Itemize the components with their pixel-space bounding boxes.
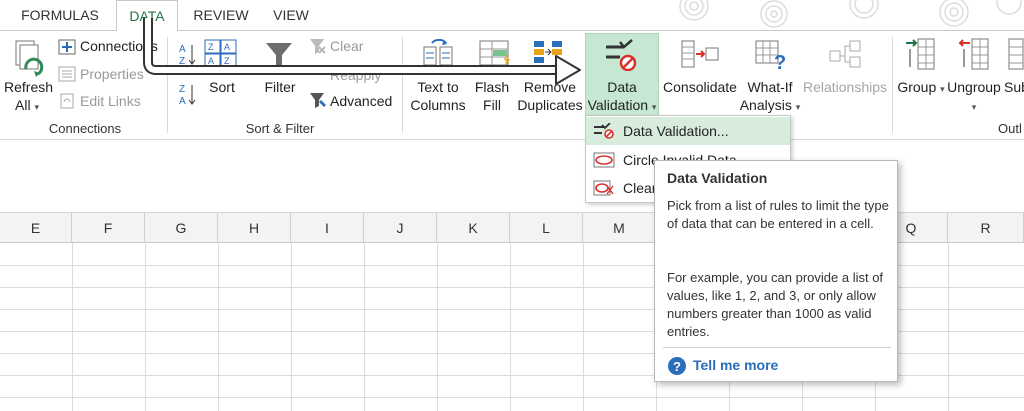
data-validation-icon[interactable] — [604, 39, 638, 76]
tab-review[interactable]: REVIEW — [186, 0, 256, 30]
column-header[interactable]: E — [0, 213, 72, 243]
background-swirl-pattern — [664, 0, 1024, 30]
text-to-columns-icon[interactable] — [422, 38, 456, 74]
svg-text:A: A — [224, 42, 230, 52]
tab-view[interactable]: VIEW — [262, 0, 320, 30]
group-separator — [892, 37, 893, 133]
svg-text:Z: Z — [208, 42, 214, 52]
consolidate-icon[interactable] — [680, 39, 720, 74]
group-icon[interactable] — [904, 37, 938, 76]
tab-data[interactable]: DATA — [116, 0, 178, 31]
column-header[interactable]: G — [145, 213, 218, 243]
svg-text:A: A — [208, 56, 214, 66]
advanced-button[interactable]: Advanced — [330, 93, 392, 109]
tab-formulas[interactable]: FORMULAS — [10, 0, 110, 30]
sort-dialog-icon[interactable]: ZAAZ — [204, 39, 238, 74]
column-header[interactable]: H — [218, 213, 291, 243]
text-to-columns-label[interactable]: Text to Columns — [404, 78, 472, 114]
flash-fill-icon[interactable] — [478, 39, 512, 74]
ungroup-label[interactable]: Ungroup ▾ — [944, 78, 1004, 116]
connections-group-label: Connections — [48, 121, 122, 136]
svg-text:Z: Z — [179, 56, 185, 67]
svg-text:Z: Z — [179, 84, 185, 95]
ungroup-icon[interactable] — [958, 37, 992, 76]
svg-text:?: ? — [774, 52, 786, 71]
circle-invalid-data-icon — [593, 152, 615, 173]
ribbon-tab-bar: FORMULAS DATA REVIEW VIEW — [0, 0, 1024, 31]
svg-text:A: A — [179, 96, 186, 107]
remove-duplicates-icon[interactable] — [532, 39, 566, 74]
svg-text:Z: Z — [224, 56, 230, 66]
ribbon: Refresh All ▾ Connections Properties Edi… — [0, 30, 1024, 140]
group-button[interactable]: Group ▾ — [896, 78, 946, 98]
column-header[interactable]: L — [510, 213, 583, 243]
sort-button[interactable]: Sort — [204, 78, 240, 96]
connections-icon[interactable] — [58, 39, 76, 60]
flash-fill-label[interactable]: Flash Fill — [472, 78, 512, 114]
tooltip-divider — [663, 347, 891, 348]
filter-funnel-icon[interactable] — [264, 39, 294, 74]
column-header[interactable]: M — [583, 213, 656, 243]
clear-filter-icon — [308, 37, 328, 60]
svg-text:A: A — [179, 44, 186, 55]
help-question-icon: ? — [667, 356, 687, 381]
tooltip-example: For example, you can provide a list of v… — [667, 270, 884, 339]
edit-links-button: Edit Links — [80, 93, 141, 109]
reapply-button: Reapply — [330, 67, 382, 83]
data-validation-tooltip: Data Validation Pick from a list of rule… — [654, 160, 898, 382]
connections-button[interactable]: Connections — [80, 38, 158, 54]
clear-button: Clear — [330, 38, 364, 54]
consolidate-button[interactable]: Consolidate — [660, 78, 740, 96]
data-validation-label[interactable]: Data Validation ▾ — [585, 78, 659, 116]
relationships-icon — [828, 39, 862, 74]
sort-filter-group-label: Sort & Filter — [245, 121, 315, 136]
subtotal-button[interactable]: Sub — [1004, 78, 1024, 96]
remove-duplicates-label[interactable]: Remove Duplicates — [516, 78, 584, 114]
subtotal-icon[interactable] — [1008, 37, 1024, 76]
tooltip-description: Pick from a list of rules to limit the t… — [667, 198, 889, 231]
svg-text:?: ? — [673, 359, 681, 374]
properties-button: Properties — [80, 66, 144, 82]
outline-group-label: Outl — [998, 121, 1022, 136]
column-header[interactable]: K — [437, 213, 510, 243]
data-validation-small-icon — [593, 122, 615, 144]
menu-item-data-validation[interactable]: Data Validation... — [586, 117, 790, 145]
sort-az-icon[interactable]: AZ — [178, 41, 198, 72]
group-separator — [402, 37, 403, 133]
column-header[interactable]: J — [364, 213, 437, 243]
group-separator — [167, 37, 168, 133]
advanced-filter-icon[interactable] — [308, 91, 328, 114]
what-if-analysis-icon[interactable]: ? — [754, 39, 788, 76]
column-header[interactable]: I — [291, 213, 364, 243]
clear-validation-circles-icon — [593, 180, 615, 201]
column-header[interactable]: R — [948, 213, 1024, 243]
filter-button[interactable]: Filter — [258, 78, 302, 96]
sort-za-icon[interactable]: ZA — [178, 81, 198, 112]
tooltip-title: Data Validation — [667, 170, 768, 186]
relationships-button: Relationships — [802, 79, 888, 95]
what-if-analysis-label[interactable]: What-If Analysis ▾ — [738, 78, 802, 116]
refresh-all-label[interactable]: Refresh All ▾ — [4, 78, 53, 116]
column-header[interactable]: F — [72, 213, 145, 243]
edit-links-icon — [58, 93, 76, 114]
properties-icon — [58, 66, 76, 87]
